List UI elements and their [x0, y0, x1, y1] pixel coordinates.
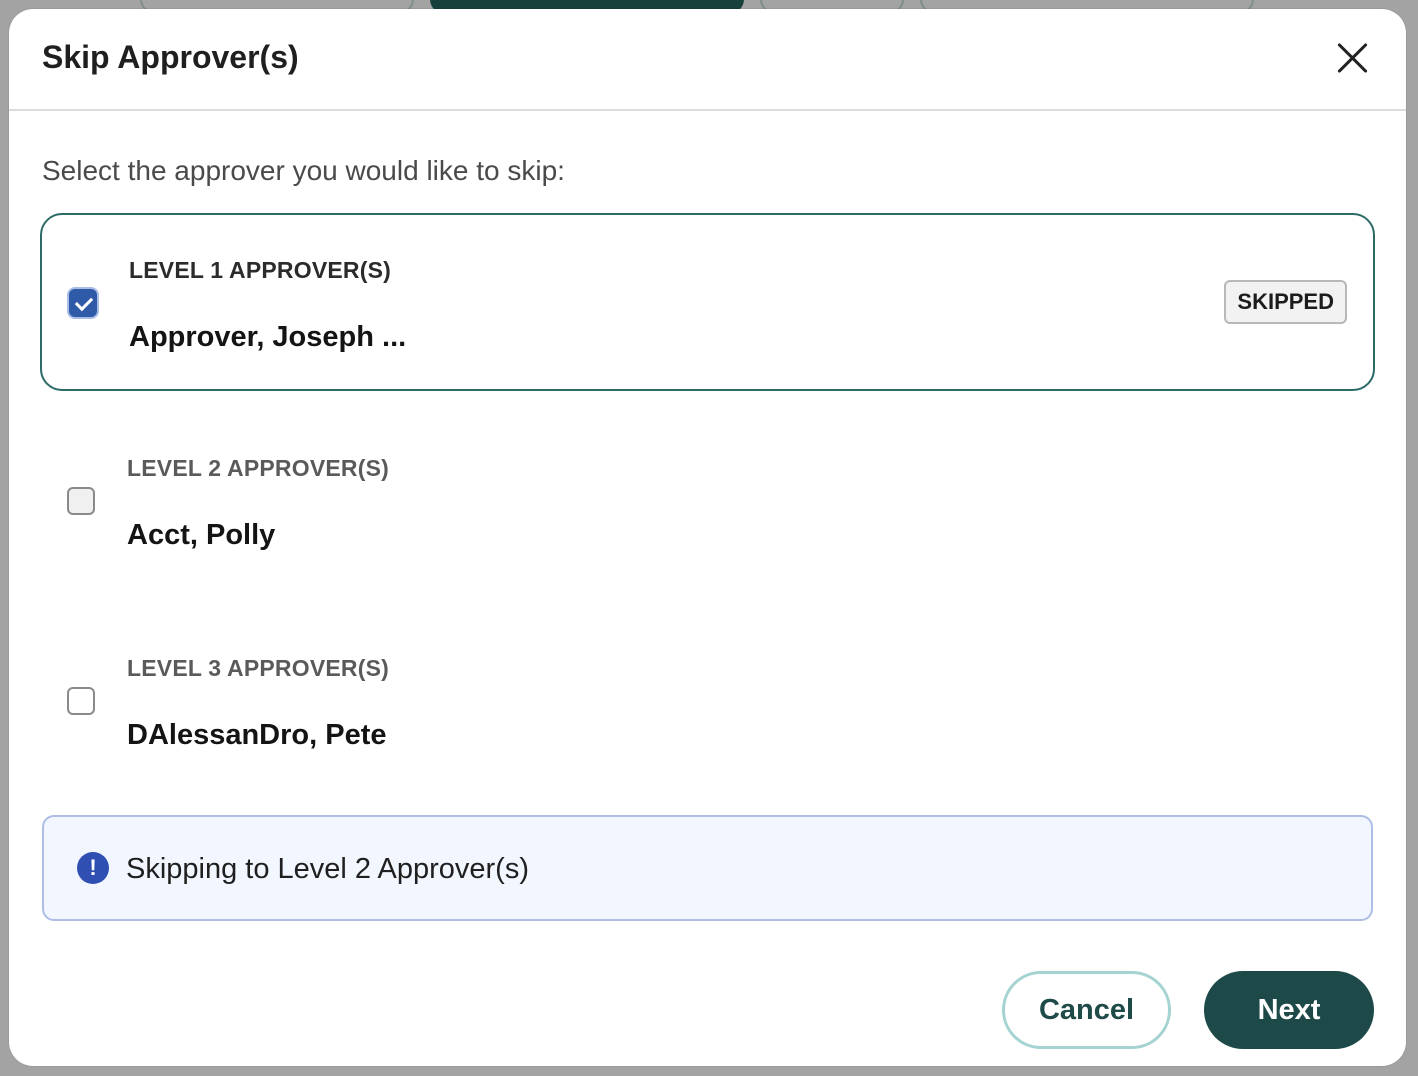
approver-level-3[interactable]: LEVEL 3 APPROVER(S) DAlessanDro, Pete [40, 613, 1375, 791]
level-1-checkbox[interactable] [69, 289, 97, 317]
close-icon[interactable] [1336, 41, 1370, 75]
approver-level-2[interactable]: LEVEL 2 APPROVER(S) Acct, Polly [40, 413, 1375, 591]
level-3-checkbox[interactable] [67, 687, 95, 715]
info-text: Skipping to Level 2 Approver(s) [126, 853, 529, 885]
level-2-checkbox[interactable] [67, 487, 95, 515]
level-3-approver-name: DAlessanDro, Pete [127, 719, 387, 751]
level-1-approver-name: Approver, Joseph ... [129, 321, 407, 353]
dialog-header: Skip Approver(s) [9, 9, 1406, 111]
cancel-button[interactable]: Cancel [1002, 971, 1171, 1049]
level-2-label: LEVEL 2 APPROVER(S) [127, 455, 389, 481]
info-message: ! Skipping to Level 2 Approver(s) [42, 815, 1373, 921]
skip-approvers-dialog: Skip Approver(s) Select the approver you… [9, 9, 1406, 1066]
skipped-badge: SKIPPED [1224, 280, 1347, 324]
level-3-label: LEVEL 3 APPROVER(S) [127, 655, 389, 681]
level-2-approver-name: Acct, Polly [127, 519, 276, 551]
info-icon: ! [77, 852, 109, 884]
level-1-label: LEVEL 1 APPROVER(S) [129, 257, 391, 283]
approver-level-1[interactable]: LEVEL 1 APPROVER(S) Approver, Joseph ...… [40, 213, 1375, 391]
dialog-title: Skip Approver(s) [42, 39, 299, 75]
next-button[interactable]: Next [1204, 971, 1374, 1049]
instruction-text: Select the approver you would like to sk… [42, 155, 565, 186]
